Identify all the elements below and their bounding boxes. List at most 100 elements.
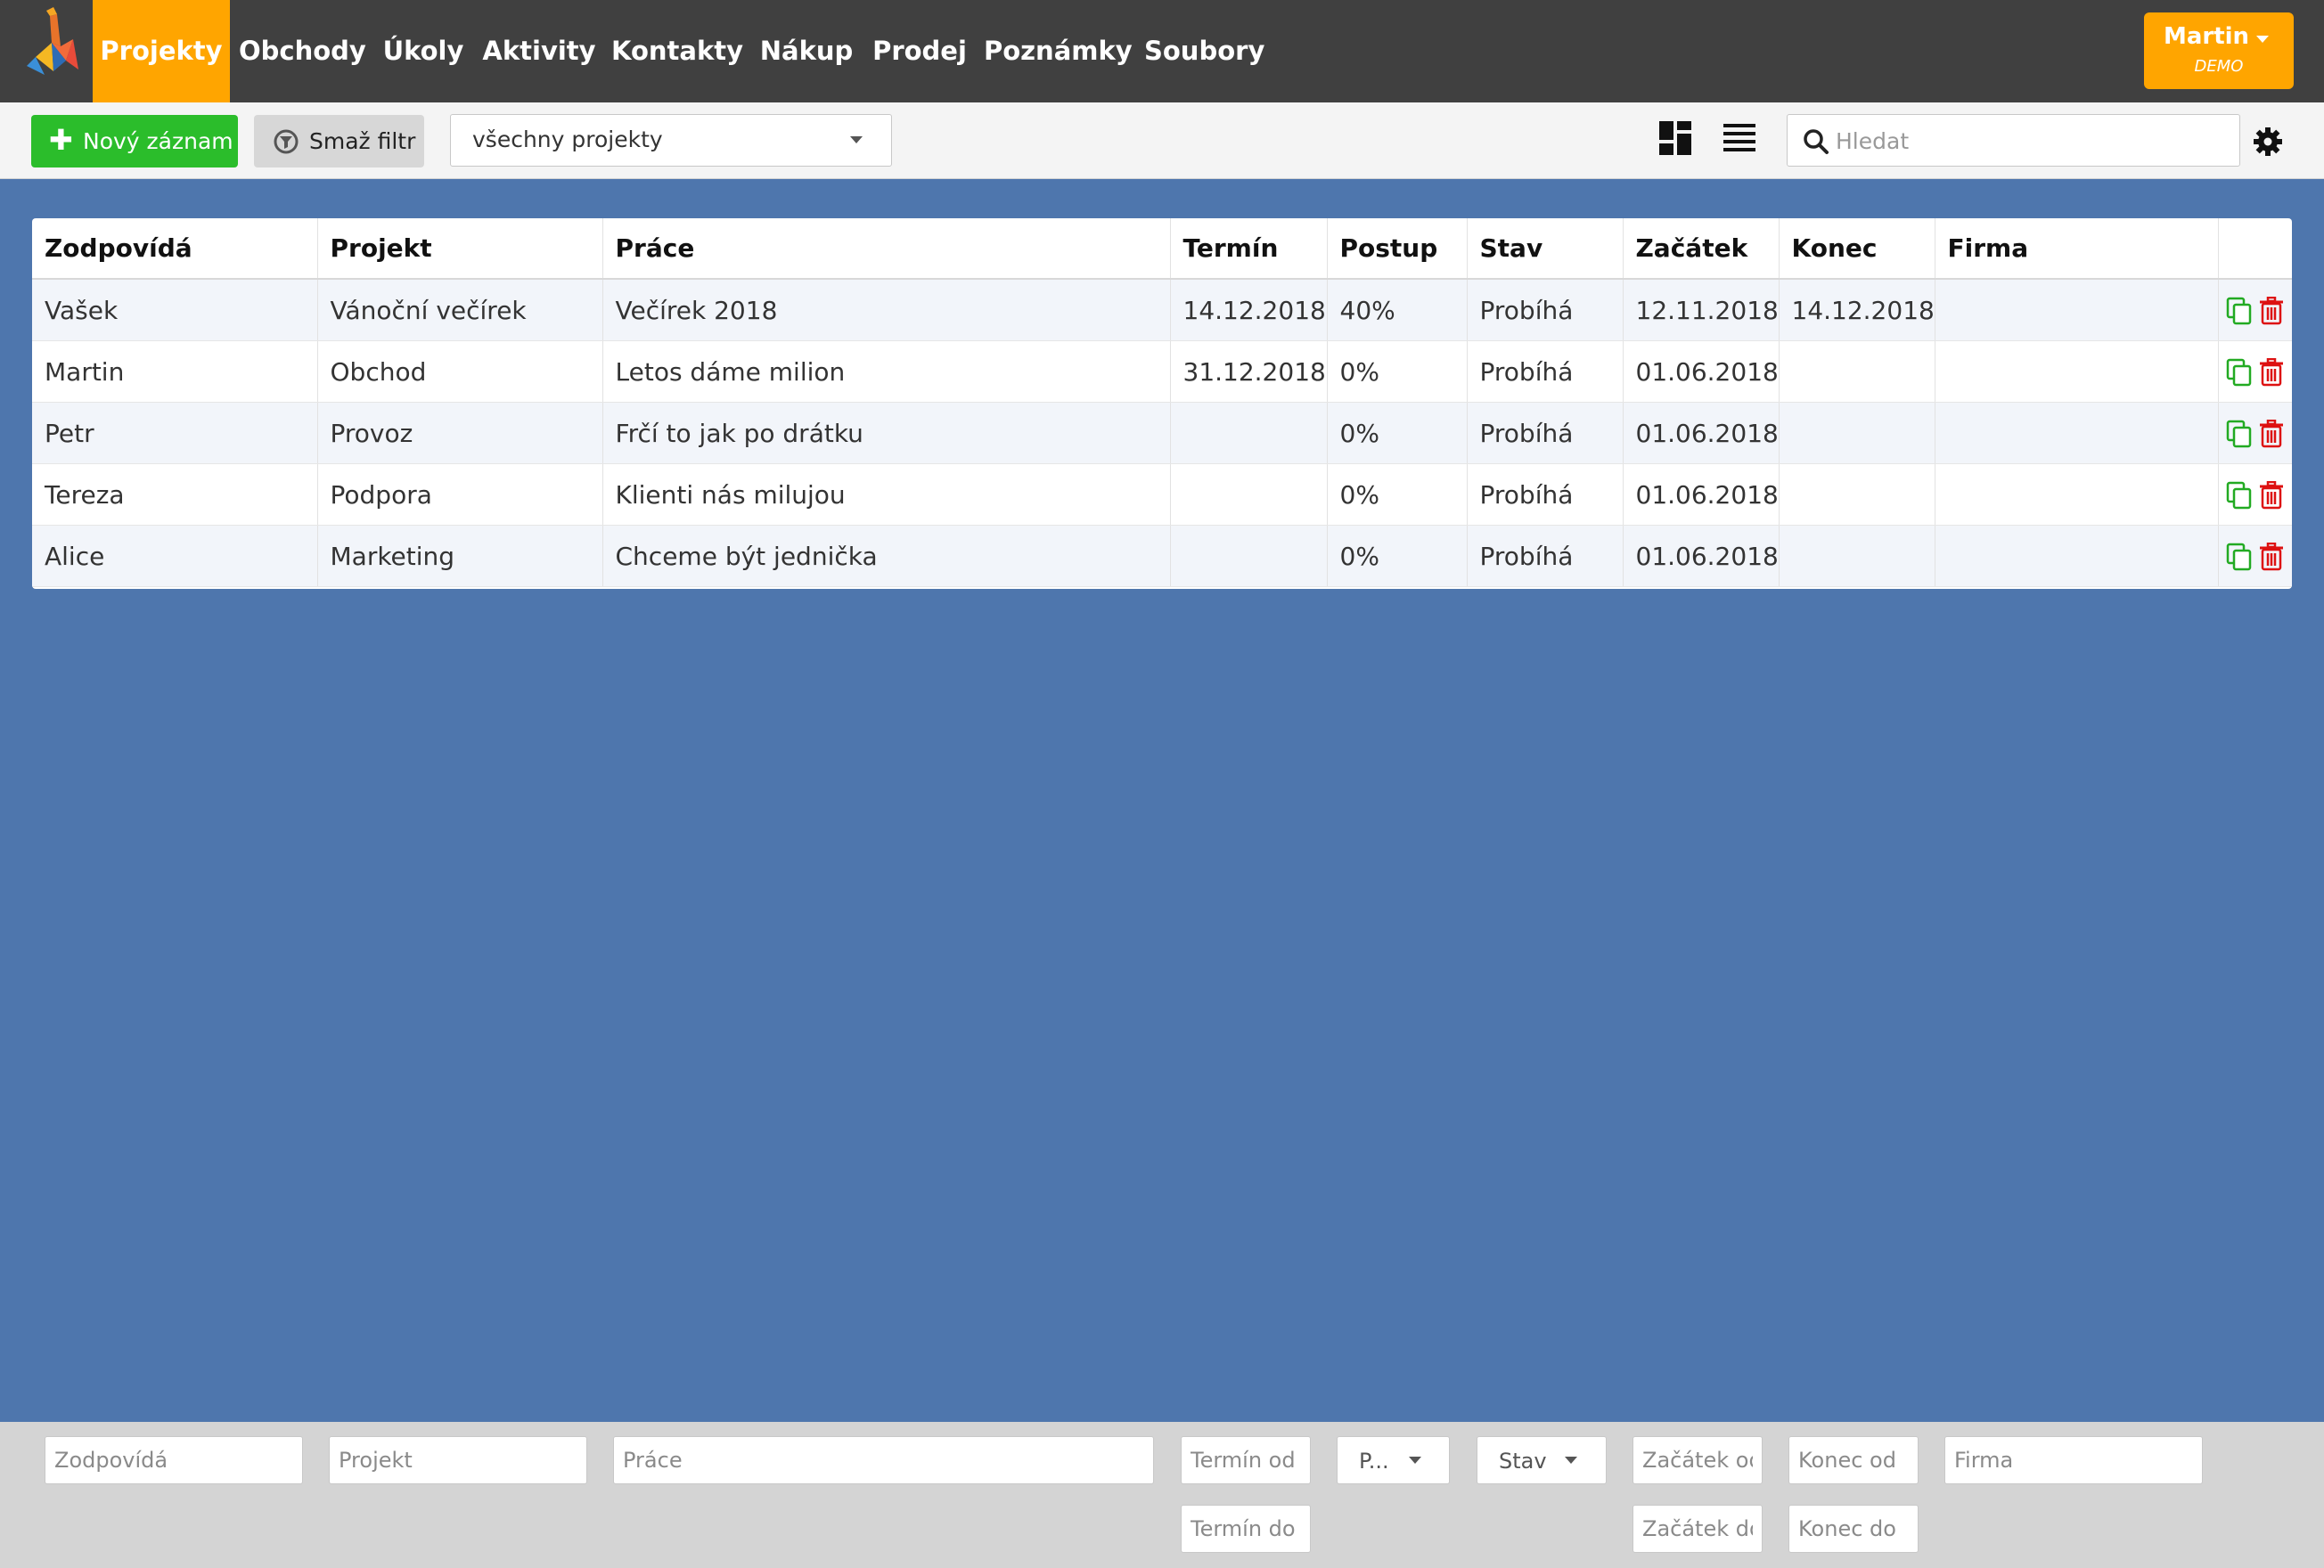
- column-header-projekt[interactable]: Projekt: [317, 218, 603, 280]
- filter-projekt-input[interactable]: [329, 1436, 587, 1484]
- copy-icon[interactable]: [2226, 481, 2253, 510]
- cell-termin: [1170, 463, 1328, 526]
- filter-stav-value: Stav: [1499, 1449, 1547, 1474]
- new-record-label: Nový záznam: [83, 128, 233, 154]
- filter-termin-od-input[interactable]: [1181, 1436, 1311, 1484]
- projects-table: Zodpovídá Projekt Práce Termín Postup St…: [32, 218, 2292, 589]
- cell-projekt: Podpora: [317, 463, 603, 526]
- gear-icon[interactable]: [2253, 127, 2283, 157]
- grid-view-icon[interactable]: [1659, 121, 1691, 155]
- cell-prace: Chceme být jednička: [602, 525, 1171, 587]
- table-row[interactable]: Alice Marketing Chceme být jednička 0% Probí…: [32, 525, 2292, 587]
- cell-konec: [1779, 402, 1935, 464]
- cell-firma: [1935, 402, 2219, 464]
- project-filter-value: všechny projekty: [472, 127, 663, 152]
- filter-prace-input[interactable]: [613, 1436, 1154, 1484]
- copy-icon[interactable]: [2226, 420, 2253, 448]
- nav-aktivity[interactable]: Aktivity: [481, 0, 597, 102]
- filter-konec-od-input[interactable]: [1788, 1436, 1919, 1484]
- nav-ukoly[interactable]: Úkoly: [378, 0, 469, 102]
- cell-firma: [1935, 525, 2219, 587]
- column-header-firma[interactable]: Firma: [1935, 218, 2219, 280]
- column-header-prace[interactable]: Práce: [602, 218, 1171, 280]
- cell-zacatek: 01.06.2018: [1623, 525, 1780, 587]
- list-view-icon[interactable]: [1723, 124, 1755, 152]
- cell-termin: 31.12.2018: [1170, 340, 1328, 403]
- chevron-down-icon: [1565, 1457, 1577, 1464]
- filter-termin-do-input[interactable]: [1181, 1505, 1311, 1553]
- table-row[interactable]: Vašek Vánoční večírek Večírek 2018 14.12.20…: [32, 279, 2292, 341]
- table-row[interactable]: Martin Obchod Letos dáme milion 31.12.2018 0…: [32, 340, 2292, 403]
- cell-stav: Probíhá: [1467, 340, 1624, 403]
- cell-zacatek: 12.11.2018: [1623, 279, 1780, 341]
- user-menu-button[interactable]: Martin DEMO: [2144, 12, 2294, 89]
- cell-zacatek: 01.06.2018: [1623, 402, 1780, 464]
- copy-icon[interactable]: [2226, 543, 2253, 571]
- chevron-down-icon: [2256, 36, 2269, 43]
- column-header-postup[interactable]: Postup: [1327, 218, 1468, 280]
- cell-termin: 14.12.2018: [1170, 279, 1328, 341]
- cell-zodpovida: Vašek: [32, 279, 318, 341]
- filter-konec-do-input[interactable]: [1788, 1505, 1919, 1553]
- column-header-zodpovida[interactable]: Zodpovídá: [32, 218, 318, 280]
- nav-obchody[interactable]: Obchody: [239, 0, 366, 102]
- table-row[interactable]: Tereza Podpora Klienti nás milujou 0% Probíh…: [32, 463, 2292, 526]
- nav-nakup[interactable]: Nákup: [757, 0, 855, 102]
- filter-zodpovida-input[interactable]: [45, 1436, 303, 1484]
- filter-stav-select[interactable]: Stav: [1477, 1436, 1607, 1484]
- cell-projekt: Obchod: [317, 340, 603, 403]
- cell-prace: Klienti nás milujou: [602, 463, 1171, 526]
- user-subtitle: DEMO: [2194, 57, 2244, 76]
- cell-konec: [1779, 525, 1935, 587]
- filter-postup-value: P...: [1359, 1449, 1389, 1474]
- cell-konec: [1779, 463, 1935, 526]
- search-input[interactable]: [1834, 118, 2230, 163]
- filter-zacatek-do-input[interactable]: [1633, 1505, 1763, 1553]
- cell-firma: [1935, 279, 2219, 341]
- column-header-actions: [2218, 218, 2292, 280]
- filter-firma-input[interactable]: [1944, 1436, 2203, 1484]
- cell-stav: Probíhá: [1467, 525, 1624, 587]
- cell-postup: 0%: [1327, 402, 1468, 464]
- row-actions: [2218, 279, 2292, 341]
- nav-kontakty[interactable]: Kontakty: [611, 0, 743, 102]
- filter-postup-select[interactable]: P...: [1337, 1436, 1450, 1484]
- new-record-button[interactable]: ✚ Nový záznam: [31, 115, 238, 167]
- trash-icon[interactable]: [2258, 420, 2285, 448]
- nav-prodej[interactable]: Prodej: [870, 0, 970, 102]
- toolbar: ✚ Nový záznam Smaž filtr všechny projekt…: [0, 102, 2324, 179]
- cell-zodpovida: Martin: [32, 340, 318, 403]
- clear-filter-label: Smaž filtr: [309, 128, 416, 154]
- row-actions: [2218, 525, 2292, 587]
- clear-filter-button[interactable]: Smaž filtr: [254, 115, 424, 167]
- column-header-termin[interactable]: Termín: [1170, 218, 1328, 280]
- table-row[interactable]: Petr Provoz Frčí to jak po drátku 0% Probíhá…: [32, 402, 2292, 464]
- cell-prace: Večírek 2018: [602, 279, 1171, 341]
- cell-termin: [1170, 525, 1328, 587]
- cell-postup: 0%: [1327, 463, 1468, 526]
- filter-zacatek-od-input[interactable]: [1633, 1436, 1763, 1484]
- trash-icon[interactable]: [2258, 543, 2285, 571]
- copy-icon[interactable]: [2226, 358, 2253, 387]
- trash-icon[interactable]: [2258, 358, 2285, 387]
- column-header-stav[interactable]: Stav: [1467, 218, 1624, 280]
- cell-postup: 0%: [1327, 340, 1468, 403]
- cell-projekt: Provoz: [317, 402, 603, 464]
- nav-projekty[interactable]: Projekty: [93, 0, 230, 102]
- cell-zodpovida: Tereza: [32, 463, 318, 526]
- filter-clear-icon: [274, 129, 299, 154]
- chevron-down-icon: [850, 136, 863, 143]
- trash-icon[interactable]: [2258, 297, 2285, 325]
- nav-poznamky[interactable]: Poznámky: [984, 0, 1133, 102]
- giraffe-logo-icon[interactable]: [27, 7, 82, 80]
- cell-prace: Frčí to jak po drátku: [602, 402, 1171, 464]
- table-header-row: Zodpovídá Projekt Práce Termín Postup St…: [32, 218, 2292, 280]
- column-header-zacatek[interactable]: Začátek: [1623, 218, 1780, 280]
- project-filter-select[interactable]: všechny projekty: [450, 114, 892, 167]
- top-navbar: Projekty Obchody Úkoly Aktivity Kontakty…: [0, 0, 2324, 102]
- copy-icon[interactable]: [2226, 297, 2253, 325]
- nav-soubory[interactable]: Soubory: [1144, 0, 1264, 102]
- column-filter-bar: P... Stav: [0, 1422, 2324, 1568]
- trash-icon[interactable]: [2258, 481, 2285, 510]
- column-header-konec[interactable]: Konec: [1779, 218, 1935, 280]
